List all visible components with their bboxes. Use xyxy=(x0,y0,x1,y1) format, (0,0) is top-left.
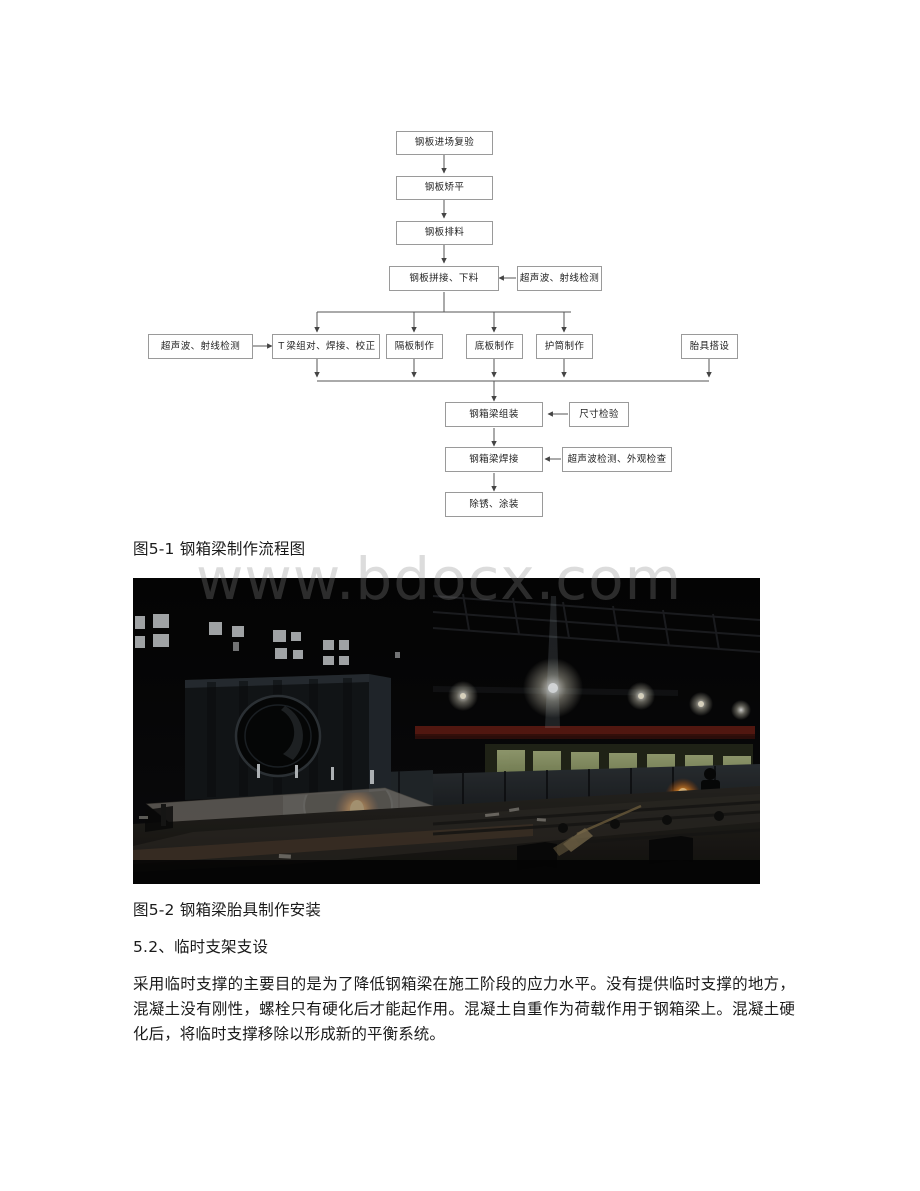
figure-2-photo xyxy=(133,578,760,884)
flow-node-t-beam-assembly-welding-correction: Ｔ梁组对、焊接、校正 xyxy=(272,334,380,359)
flow-node-dimension-check: 尺寸检验 xyxy=(569,402,629,427)
flow-node-ut-appearance-check: 超声波检测、外观检查 xyxy=(562,447,672,472)
flow-node-bottom-plate-fabrication: 底板制作 xyxy=(466,334,523,359)
flow-node-ut-rt-inspection-top: 超声波、射线检测 xyxy=(517,266,602,291)
flow-node-ut-rt-inspection-left: 超声波、射线检测 xyxy=(148,334,253,359)
section-heading-5-2: 5.2、临时支架支设 xyxy=(133,938,269,956)
body-paragraph: 采用临时支撑的主要目的是为了降低钢箱梁在施工阶段的应力水平。没有提供临时支撑的地… xyxy=(133,975,795,1043)
flow-node-casing-fabrication: 护筒制作 xyxy=(536,334,593,359)
flow-node-diaphragm-fabrication: 隔板制作 xyxy=(386,334,443,359)
flow-node-steel-plate-nesting: 钢板排料 xyxy=(396,221,493,245)
flow-node-box-girder-welding: 钢箱梁焊接 xyxy=(445,447,543,472)
flow-node-steel-plate-inspection: 钢板进场复验 xyxy=(396,131,493,155)
flow-node-box-girder-assembly: 钢箱梁组装 xyxy=(445,402,543,427)
flowchart-figure: 钢板进场复验 钢板矫平 钢板排料 钢板拼接、下料 超声波、射线检测 超声波、射线… xyxy=(0,0,920,540)
flow-node-derusting-painting: 除锈、涂装 xyxy=(445,492,543,517)
figure-1-caption: 图5-1 钢箱梁制作流程图 xyxy=(133,540,306,558)
flow-node-plate-splicing-cutting: 钢板拼接、下料 xyxy=(389,266,499,291)
flow-node-jig-erection: 胎具搭设 xyxy=(681,334,738,359)
figure-2-caption: 图5-2 钢箱梁胎具制作安装 xyxy=(133,901,322,919)
flow-node-steel-plate-leveling: 钢板矫平 xyxy=(396,176,493,200)
